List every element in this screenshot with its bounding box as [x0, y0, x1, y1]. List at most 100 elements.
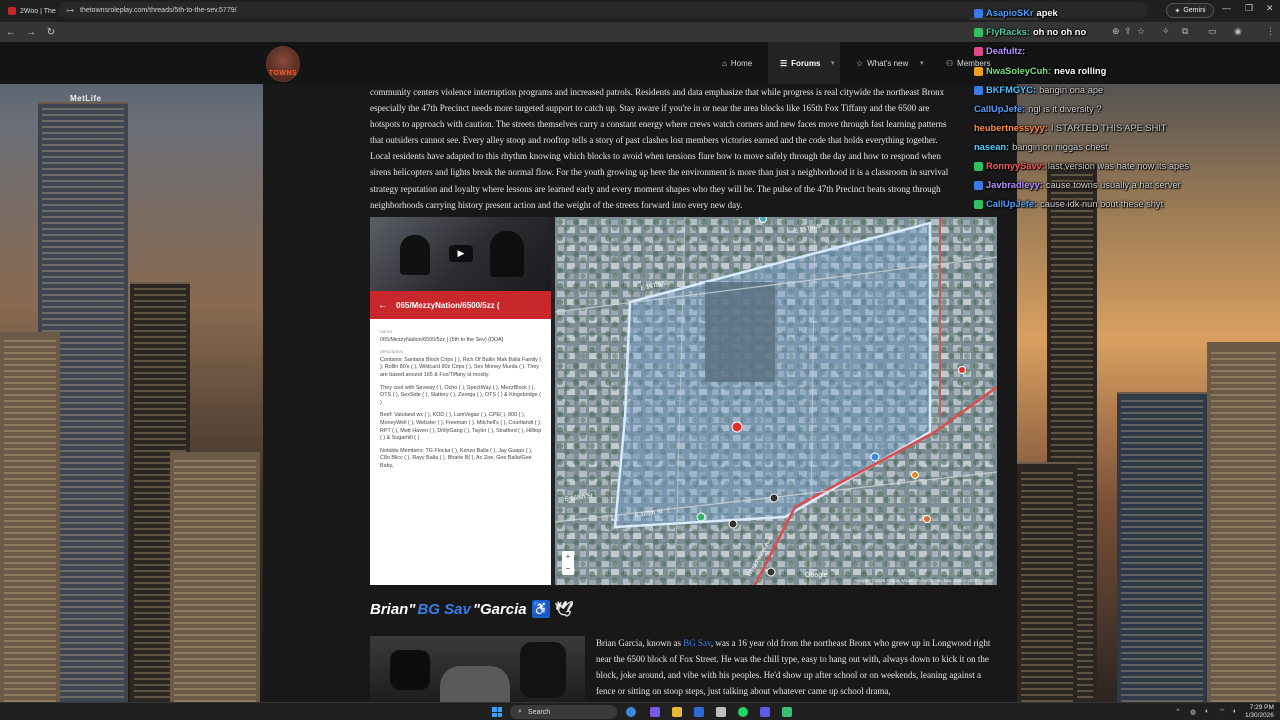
chat-username: RonnyySavv:	[986, 161, 1045, 171]
nav-whats-new-label: What's new	[867, 59, 909, 68]
chat-badge-icon	[974, 180, 983, 190]
volume-icon[interactable]: ◖	[1232, 708, 1236, 715]
bio-nickname-link[interactable]: BG Sav	[683, 638, 711, 648]
search-placeholder: Search	[527, 708, 551, 716]
chat-message: CallUpJefe: cause idk nun bout these shyt	[974, 199, 1163, 209]
insta-description: name 065/MezzyNation/6500/5zz ( (5th to …	[380, 329, 543, 476]
map-zoom-control[interactable]: + −	[562, 551, 574, 575]
site-info-icon[interactable]: ⊶	[66, 6, 74, 15]
article-line: hotspots to approach with caution. The s…	[370, 119, 947, 130]
article-line: strategy reputation and loyalty where le…	[370, 183, 941, 194]
tray-app-icon[interactable]: ◍	[1190, 708, 1196, 716]
nav-home[interactable]: ⌂ Home	[722, 59, 752, 68]
chat-username: Javbradleyy:	[986, 180, 1043, 190]
wifi-icon[interactable]: ⌔	[1219, 708, 1226, 717]
map-pin-orange-2	[923, 515, 931, 523]
back-icon[interactable]: ←	[6, 27, 16, 38]
forum-navbar	[0, 42, 1280, 84]
minimize-icon[interactable]: —	[1222, 3, 1231, 13]
article-line: neighborhoods carrying history present a…	[370, 199, 743, 210]
tray-app-icon-2[interactable]: ◐	[1205, 708, 1209, 715]
sparkle-icon: ✦	[1174, 7, 1181, 15]
logo-text: TOWNS	[268, 70, 298, 77]
map-pin-orange-1	[911, 471, 919, 479]
chat-username: heubertnessyyy:	[974, 123, 1048, 133]
video-thumbnail[interactable]: ▶	[370, 217, 551, 291]
windows-taskbar: ⌕ Search ⌃ ◍ ◐ ⌔ ◖ 7:29 PM 1/30/2026	[0, 702, 1280, 720]
wheelchair-icon: ♿	[531, 600, 550, 618]
nav-forums[interactable]: ☰ Forums	[780, 59, 821, 68]
store-icon[interactable]	[694, 707, 704, 717]
menu-icon[interactable]: ⋮	[1266, 26, 1275, 37]
person-first-name: Brian"	[370, 600, 416, 618]
article-line: especially the 47th Precinct needs more …	[370, 103, 930, 114]
home-icon: ⌂	[722, 59, 727, 68]
gemini-button[interactable]: ✦ Gemini	[1166, 3, 1214, 18]
app-icon[interactable]	[716, 707, 726, 717]
zoom-icon[interactable]: ⊕	[1112, 26, 1120, 37]
forward-icon[interactable]: →	[26, 27, 36, 38]
media-row: ▶ ← 065/MezzyNation/6500/5zz ( name 065/…	[370, 217, 997, 585]
chat-message: nasean: bangin on niggas chest	[974, 142, 1108, 152]
instagram-card[interactable]: ▶ ← 065/MezzyNation/6500/5zz ( name 065/…	[370, 217, 551, 585]
map-pin-dark-3	[766, 567, 776, 577]
system-clock[interactable]: 7:29 PM 1/30/2026	[1245, 704, 1274, 720]
map-logo: Google	[805, 572, 828, 579]
chat-message: Javbradleyy: cause towns usually a hat se…	[974, 180, 1181, 190]
chat-badge-icon	[974, 199, 983, 209]
close-window-icon[interactable]: ✕	[1266, 3, 1274, 14]
puzzle-icon[interactable]: ⧉	[1182, 26, 1188, 37]
clock-time: 7:29 PM	[1249, 704, 1274, 711]
app-icon-3[interactable]	[782, 707, 792, 717]
taskbar-search[interactable]: ⌕ Search	[510, 705, 617, 719]
chat-badge-icon	[974, 66, 983, 76]
person-heading: Brian" BG Sav "Garcia ♿ 🕊	[370, 600, 574, 618]
chat-text: ngl is it diversity ?	[1028, 104, 1102, 114]
discord-icon[interactable]	[650, 707, 660, 717]
map-credit: Imagery ©2026 Airbus, Maxar Technologies…	[854, 578, 993, 583]
chat-message: RonnyySavv: last version was hate now its…	[974, 161, 1189, 171]
tray-chevron-icon[interactable]: ⌃	[1175, 708, 1181, 716]
chat-message: CallUpJefe: ngl is it diversity ?	[974, 104, 1102, 114]
insta-header-title: 065/MezzyNation/6500/5zz (	[396, 300, 500, 310]
app-icon-2[interactable]	[760, 707, 770, 717]
address-bar-row: ← → ↻	[0, 22, 1280, 42]
contains-text: Contains: Santana Block Crips ( ), Rich …	[380, 356, 542, 378]
chat-username: AsapioSKr	[986, 8, 1034, 18]
spotify-icon[interactable]	[738, 707, 748, 717]
chat-username: NwaSoleyCuh:	[986, 66, 1052, 76]
reload-icon[interactable]: ↻	[46, 27, 56, 38]
back-arrow-icon[interactable]: ←	[378, 300, 388, 311]
dove-icon: 🕊	[554, 601, 574, 618]
share-icon[interactable]: ⇪	[1124, 26, 1132, 37]
maximize-icon[interactable]: ❐	[1245, 3, 1253, 14]
site-logo[interactable]: TOWNS	[266, 46, 300, 82]
chat-username: Deafultz:	[986, 46, 1026, 56]
chat-text: bangin on niggas chest	[1012, 142, 1108, 152]
beef-text: Beef: Vatoland wx ( ), KOD ( ), LamVegaz…	[380, 412, 542, 442]
chat-username: BKFMGYC:	[986, 85, 1037, 95]
whats-new-dropdown-icon[interactable]: ▾	[920, 59, 924, 67]
chat-badge-icon	[974, 27, 983, 37]
nav-whats-new[interactable]: ☆ What's new	[856, 59, 908, 68]
notable-text: Notable Members: TG Flocka ( ), Kenzo Ba…	[380, 447, 533, 469]
profile-icon[interactable]: ◉	[1234, 26, 1242, 37]
forums-dropdown-icon[interactable]: ▾	[831, 59, 835, 67]
satellite-map[interactable]: E 167th St E 167th St E 165th St E 165th…	[555, 217, 997, 585]
chrome-icon[interactable]	[626, 707, 636, 717]
metlife-sign: MetLife	[70, 94, 102, 103]
play-icon[interactable]: ▶	[449, 245, 473, 262]
background-city-right	[1017, 42, 1280, 702]
article-body: community centers violence interruption …	[370, 84, 992, 213]
extension-icon[interactable]: ✧	[1162, 26, 1170, 37]
search-icon: ⌕	[518, 708, 522, 715]
file-explorer-icon[interactable]	[672, 707, 682, 717]
chat-username: nasean:	[974, 142, 1010, 152]
bookmark-star-icon[interactable]: ☆	[1137, 26, 1145, 37]
chat-text: apek	[1036, 8, 1058, 18]
windows-start-icon[interactable]	[492, 707, 502, 717]
sidebar-icon[interactable]: ▭	[1208, 26, 1217, 37]
map-pin-red	[731, 421, 743, 433]
description-label: description	[380, 350, 404, 356]
bio-pre: Brian Garcia, known as	[596, 638, 684, 648]
